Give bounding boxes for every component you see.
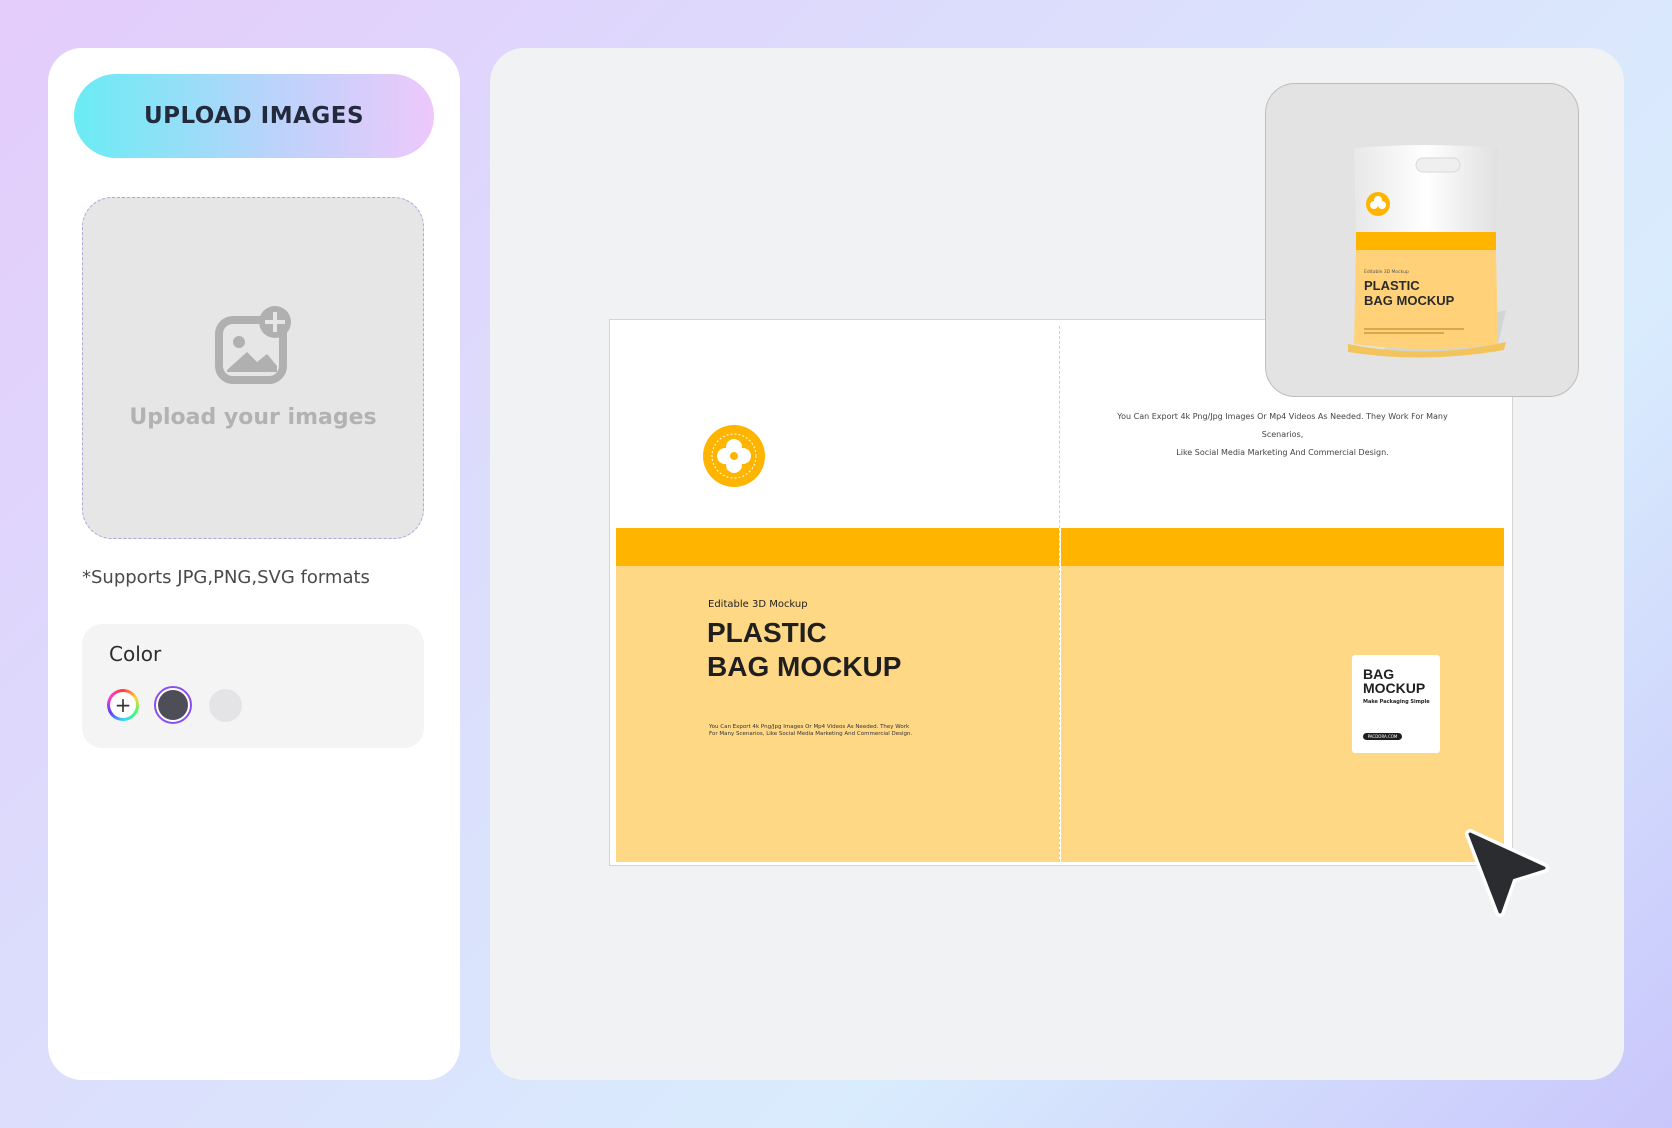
preview-title-line2: BAG MOCKUP <box>1364 293 1455 308</box>
plastic-bag-preview: Editable 3D Mockup PLASTIC BAG MOCKUP <box>1348 145 1506 358</box>
front-eyebrow: Editable 3D Mockup <box>708 599 808 610</box>
front-title-line1: PLASTIC <box>707 617 827 648</box>
dieline-front-panel: Editable 3D Mockup PLASTIC BAG MOCKUP Yo… <box>616 326 1059 862</box>
orange-stripe <box>616 528 1059 566</box>
fold-line <box>1059 326 1060 862</box>
yellow-body <box>616 566 1059 862</box>
bag-dieline[interactable]: Editable 3D Mockup PLASTIC BAG MOCKUP Yo… <box>609 319 1513 866</box>
label-title-line2: MOCKUP <box>1363 680 1426 696</box>
image-add-icon <box>215 306 291 384</box>
label-title-line1: BAG <box>1363 666 1395 682</box>
orange-stripe <box>1061 528 1504 566</box>
flower-logo-icon <box>703 425 765 487</box>
preview-eyebrow: Editable 3D Mockup <box>1364 269 1409 275</box>
supported-formats-note: *Supports JPG,PNG,SVG formats <box>82 567 370 588</box>
dark-gray-swatch[interactable] <box>154 686 192 724</box>
dropzone-label: Upload your images <box>129 405 377 430</box>
front-title: PLASTIC BAG MOCKUP <box>707 616 901 684</box>
plus-icon: + <box>110 692 136 718</box>
image-dropzone[interactable]: Upload your images <box>82 197 424 539</box>
bag-label-card: BAG MOCKUP Make Packaging Simple PACDORA… <box>1352 655 1440 753</box>
add-color-swatch[interactable]: + <box>107 689 139 721</box>
3d-preview-card[interactable]: Editable 3D Mockup PLASTIC BAG MOCKUP <box>1265 83 1579 397</box>
label-subtitle: Make Packaging Simple <box>1363 699 1430 705</box>
preview-title-line1: PLASTIC <box>1364 278 1420 293</box>
dark-gray-swatch-fill <box>158 690 188 720</box>
back-copy-line2: Like Social Media Marketing And Commerci… <box>1176 448 1389 457</box>
dieline-back-panel: You Can Export 4k Png/Jpg Images Or Mp4 … <box>1061 326 1504 862</box>
label-title: BAG MOCKUP <box>1363 667 1425 695</box>
color-section: Color + <box>82 624 424 748</box>
label-pill: PACDORA.COM <box>1363 733 1402 740</box>
front-title-line2: BAG MOCKUP <box>707 651 902 682</box>
front-body-copy: You Can Export 4k Png/Jpg Images Or Mp4 … <box>709 724 913 737</box>
color-title: Color <box>109 642 162 666</box>
back-copy: You Can Export 4k Png/Jpg Images Or Mp4 … <box>1101 408 1464 462</box>
left-panel: UPLOAD IMAGES Upload your images *Suppor… <box>48 48 460 1080</box>
light-gray-swatch[interactable] <box>209 689 242 722</box>
mouse-cursor-icon <box>1465 829 1549 917</box>
upload-images-button[interactable]: UPLOAD IMAGES <box>74 74 434 158</box>
back-copy-line1: You Can Export 4k Png/Jpg Images Or Mp4 … <box>1117 412 1448 439</box>
